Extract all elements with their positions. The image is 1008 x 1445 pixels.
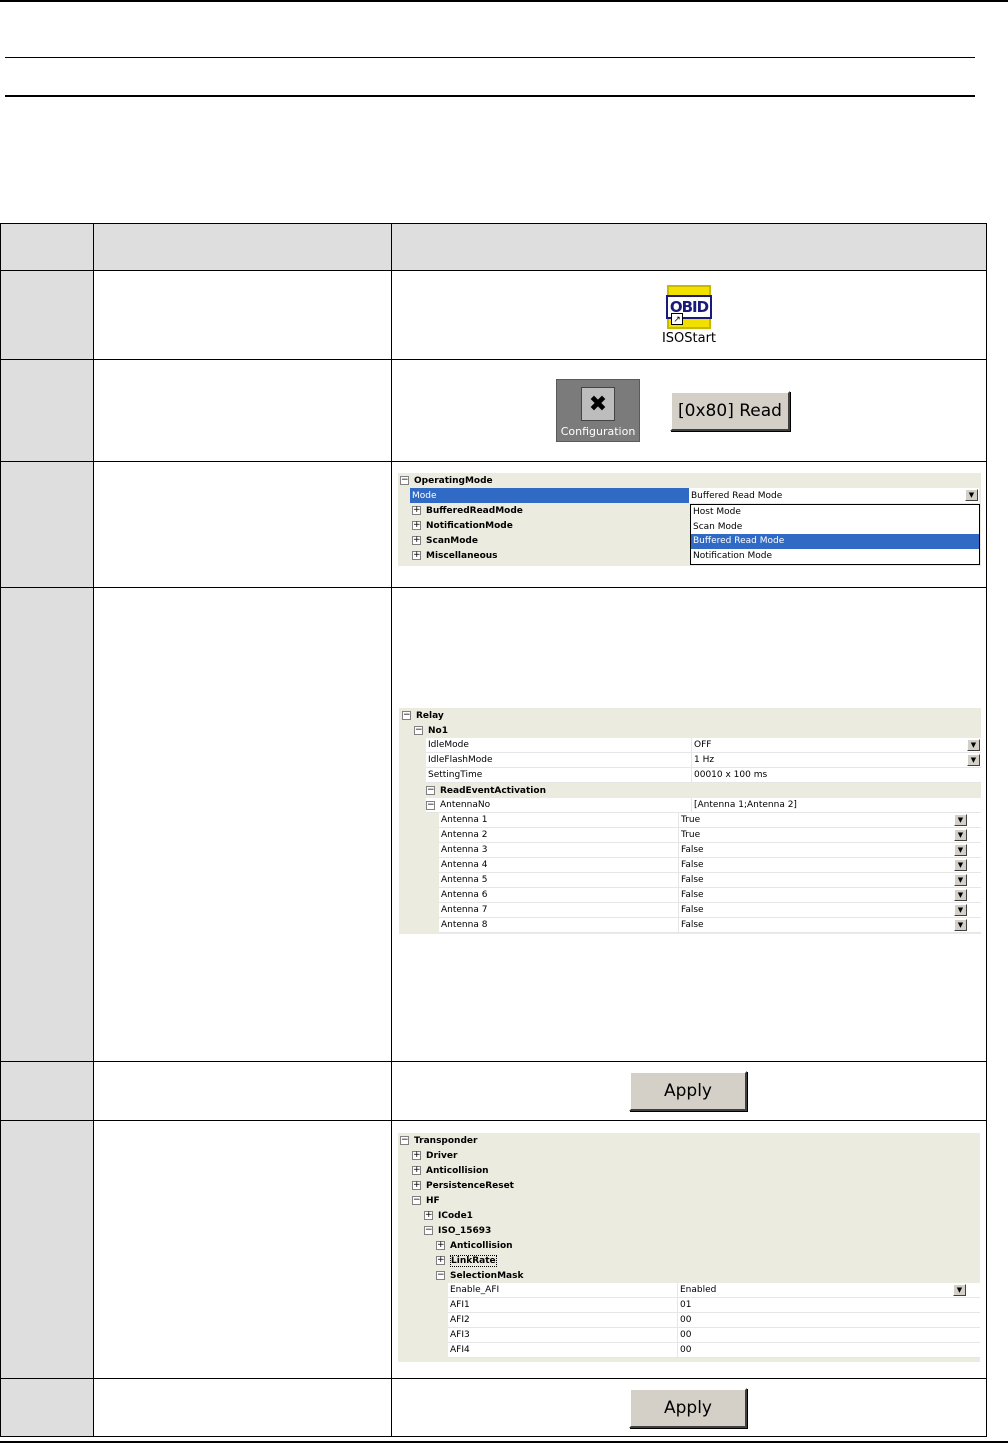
property-row[interactable]: AFI2 00 [448, 1312, 980, 1328]
antenna-list: Antenna 1 True ▼ Antenna 2 True ▼ Antenna 3 Fal… [399, 812, 981, 933]
collapse-icon[interactable]: − [400, 1136, 409, 1145]
property-row[interactable]: Antenna 2 True ▼ [439, 827, 981, 843]
table-row: OBID ↗ ISOStart [0, 270, 987, 360]
property-row[interactable]: SettingTime 00010 x 100 ms [426, 767, 981, 783]
expand-icon[interactable]: + [436, 1241, 445, 1250]
header-cell-2 [93, 223, 392, 271]
table-row: − OperatingMode Mode Buffered Read Mode ▼… [0, 461, 987, 588]
expand-icon[interactable]: + [412, 1151, 421, 1160]
expand-icon[interactable]: + [436, 1256, 445, 1265]
dropdown-arrow-icon[interactable]: ▼ [954, 888, 967, 901]
dropdown-arrow-icon[interactable]: ▼ [954, 903, 967, 916]
option-buffered-read-mode[interactable]: Buffered Read Mode [691, 534, 979, 549]
collapse-icon[interactable]: − [436, 1271, 445, 1280]
steps-table: OBID ↗ ISOStart ✖ Configuration [0x80] R… [0, 223, 987, 1437]
header-cell-1 [0, 223, 94, 271]
property-row[interactable]: AFI1 01 [448, 1297, 980, 1313]
expand-icon[interactable]: + [412, 536, 421, 545]
property-row[interactable]: AFI4 00 [448, 1342, 980, 1358]
collapse-icon[interactable]: − [412, 1196, 421, 1205]
table-row: Apply [0, 1061, 987, 1121]
relay-category[interactable]: − Relay [399, 708, 981, 723]
option-notification-mode[interactable]: Notification Mode [691, 549, 979, 564]
anticollision-category[interactable]: + Anticollision [398, 1163, 980, 1178]
collapse-icon[interactable]: − [402, 711, 411, 720]
hf-category[interactable]: − HF [398, 1193, 980, 1208]
apply-button[interactable]: Apply [629, 1387, 747, 1428]
configuration-button[interactable]: ✖ Configuration [556, 379, 640, 442]
table-row: Apply [0, 1378, 987, 1437]
dropdown-arrow-icon[interactable]: ▼ [954, 843, 967, 856]
operating-mode-grid: − OperatingMode Mode Buffered Read Mode ▼… [398, 473, 981, 566]
expand-icon[interactable]: + [412, 551, 421, 560]
collapse-icon[interactable]: − [426, 786, 435, 795]
dropdown-arrow-icon[interactable]: ▼ [967, 753, 980, 766]
transponder-category[interactable]: − Transponder [398, 1133, 980, 1148]
dropdown-arrow-icon[interactable]: ▼ [954, 858, 967, 871]
property-row[interactable]: Antenna 8 False ▼ [439, 917, 981, 933]
obid-icon: OBID ↗ [665, 284, 713, 329]
option-scan-mode[interactable]: Scan Mode [691, 520, 979, 535]
property-row[interactable]: Antenna 4 False ▼ [439, 857, 981, 873]
selectionmask-category[interactable]: − SelectionMask [398, 1268, 980, 1283]
expand-icon[interactable]: + [412, 1181, 421, 1190]
dropdown-arrow-icon[interactable]: ▼ [953, 1283, 966, 1296]
collapse-icon[interactable]: − [414, 726, 423, 735]
property-row[interactable]: Antenna 3 False ▼ [439, 842, 981, 858]
collapse-icon[interactable]: − [426, 800, 435, 810]
iso-anticollision-category[interactable]: + Anticollision [398, 1238, 980, 1253]
property-row[interactable]: Antenna 1 True ▼ [439, 812, 981, 828]
property-row[interactable]: AFI3 00 [448, 1327, 980, 1343]
icode1-category[interactable]: + ICode1 [398, 1208, 980, 1223]
selection-mask-props: Enable_AFI Enabled ▼ AFI1 01 AFI2 00 AFI3 00 AFI4… [398, 1282, 980, 1358]
dropdown-arrow-icon[interactable]: ▼ [965, 489, 978, 501]
table-row: − Relay − No1 IdleMode OFF ▼ IdleFlashMode … [0, 587, 987, 1062]
page-bottom-rule [0, 1441, 1008, 1443]
iso15693-category[interactable]: − ISO_15693 [398, 1223, 980, 1238]
relay-grid: − Relay − No1 IdleMode OFF ▼ IdleFlashMode … [399, 708, 981, 934]
table-header-row [0, 223, 987, 271]
mode-dropdown-list[interactable]: Host Mode Scan Mode Buffered Read Mode N… [690, 504, 980, 565]
isostart-shortcut[interactable]: OBID ↗ ISOStart [661, 284, 717, 346]
expand-icon[interactable]: + [412, 521, 421, 530]
property-row[interactable]: Antenna 5 False ▼ [439, 872, 981, 888]
header-cell-3 [391, 223, 987, 271]
read-button[interactable]: [0x80] Read [670, 390, 790, 431]
expand-icon[interactable]: + [412, 506, 421, 515]
expand-icon[interactable]: + [412, 1166, 421, 1175]
no1-category[interactable]: − No1 [399, 723, 981, 738]
collapse-icon[interactable]: − [424, 1226, 433, 1235]
dropdown-arrow-icon[interactable]: ▼ [954, 828, 967, 841]
dropdown-arrow-icon[interactable]: ▼ [954, 873, 967, 886]
table-row: − Transponder + Driver + Anticollision + Per… [0, 1120, 987, 1379]
property-row[interactable]: IdleMode OFF ▼ [426, 737, 981, 753]
collapse-icon[interactable]: − [400, 476, 409, 485]
tools-icon: ✖ [581, 387, 615, 421]
expand-icon[interactable]: + [424, 1211, 433, 1220]
property-row[interactable]: Enable_AFI Enabled ▼ [448, 1282, 980, 1298]
isostart-label: ISOStart [661, 330, 717, 346]
operatingmode-category[interactable]: − OperatingMode [398, 473, 981, 488]
dropdown-arrow-icon[interactable]: ▼ [954, 918, 967, 931]
table-row: ✖ Configuration [0x80] Read [0, 359, 987, 462]
persistencereset-category[interactable]: + PersistenceReset [398, 1178, 980, 1193]
property-row[interactable]: Antenna 6 False ▼ [439, 887, 981, 903]
apply-button[interactable]: Apply [629, 1071, 747, 1111]
property-row[interactable]: Antenna 7 False ▼ [439, 902, 981, 918]
dropdown-arrow-icon[interactable]: ▼ [954, 813, 967, 826]
header-rule-2 [5, 95, 975, 97]
header-rule-1 [5, 57, 975, 58]
mode-row[interactable]: Mode Buffered Read Mode ▼ [410, 488, 981, 503]
antennano-row[interactable]: − AntennaNo [Antenna 1;Antenna 2] [426, 797, 981, 813]
property-row[interactable]: IdleFlashMode 1 Hz ▼ [426, 752, 981, 768]
transponder-grid: − Transponder + Driver + Anticollision + Per… [398, 1133, 980, 1362]
linkrate-category[interactable]: + LinkRate [398, 1253, 980, 1268]
option-host-mode[interactable]: Host Mode [691, 505, 979, 520]
driver-category[interactable]: + Driver [398, 1148, 980, 1163]
shortcut-arrow-icon: ↗ [670, 312, 683, 325]
dropdown-arrow-icon[interactable]: ▼ [967, 738, 980, 751]
mode-value: Buffered Read Mode [691, 490, 783, 501]
page-top-rule [0, 0, 1008, 2]
readeventactivation-category[interactable]: − ReadEventActivation [399, 783, 981, 798]
